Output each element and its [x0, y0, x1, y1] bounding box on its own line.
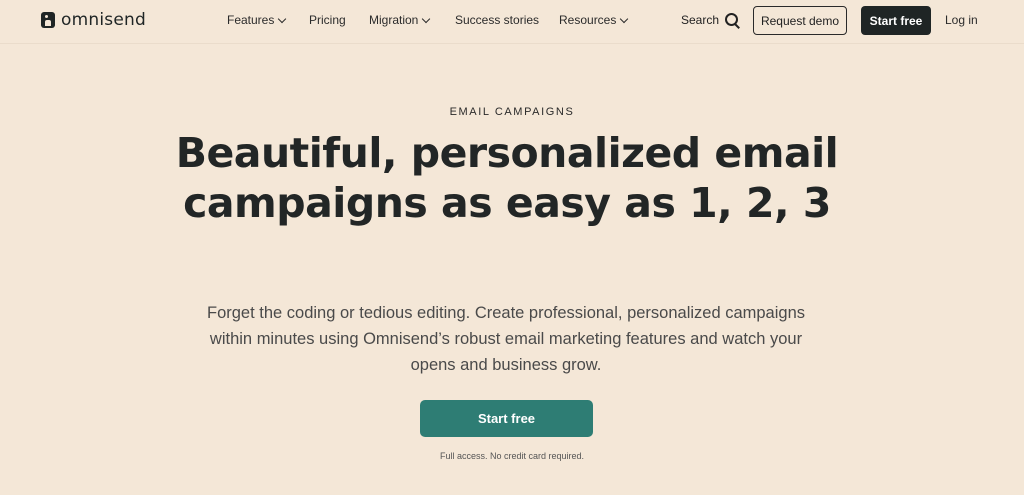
page: omnisend Features Pricing Migration Succ… — [0, 0, 1024, 495]
start-free-nav-button[interactable]: Start free — [861, 6, 931, 35]
chevron-down-icon — [422, 14, 431, 23]
nav-item-label: Features — [227, 13, 275, 27]
nav-item-label: Resources — [559, 13, 617, 27]
nav-item-migration[interactable]: Migration — [369, 13, 431, 27]
nav-item-success-stories[interactable]: Success stories — [455, 13, 539, 27]
omnisend-logo-icon — [41, 12, 55, 28]
chevron-down-icon — [620, 14, 629, 23]
start-free-hero-button[interactable]: Start free — [420, 400, 593, 437]
chevron-down-icon — [278, 14, 287, 23]
nav-divider — [0, 43, 1024, 44]
request-demo-button[interactable]: Request demo — [753, 6, 847, 35]
no-credit-card-note: Full access. No credit card required. — [439, 451, 585, 461]
login-link[interactable]: Log in — [945, 13, 978, 27]
nav-item-features[interactable]: Features — [227, 13, 287, 27]
search-icon — [725, 13, 739, 27]
nav-item-resources[interactable]: Resources — [559, 13, 629, 27]
nav-item-label: Pricing — [309, 13, 346, 27]
logo-text: omnisend — [61, 10, 146, 30]
nav-item-label: Migration — [369, 13, 419, 27]
search-button[interactable]: Search — [681, 13, 739, 27]
search-label: Search — [681, 13, 720, 27]
top-navigation: omnisend Features Pricing Migration Succ… — [0, 0, 1024, 40]
nav-item-pricing[interactable]: Pricing — [309, 13, 346, 27]
hero-headline: Beautiful, personalized email campaigns … — [175, 129, 839, 227]
logo[interactable]: omnisend — [41, 10, 146, 30]
nav-item-label: Success stories — [455, 13, 540, 27]
hero-description: Forget the coding or tedious editing. Cr… — [206, 304, 806, 374]
hero-eyebrow: EMAIL CAMPAIGNS — [449, 106, 575, 118]
